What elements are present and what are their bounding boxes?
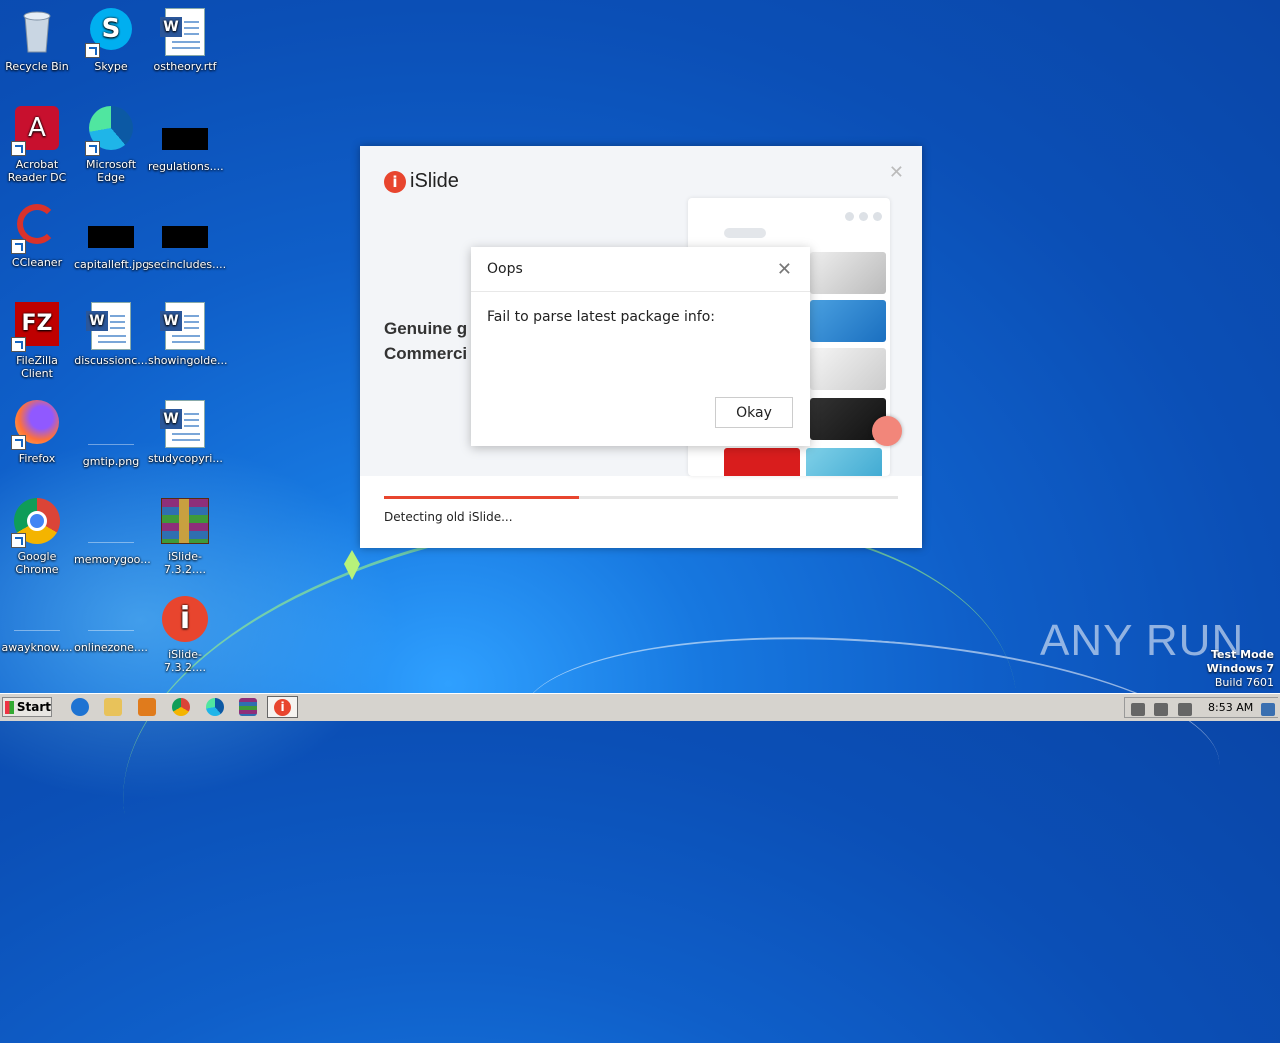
desktop-icon-secincludes[interactable]: secincludes.... (148, 214, 226, 271)
system-tray (1124, 697, 1278, 718)
preview-tile (810, 300, 886, 342)
desktop-icon-memorygoo[interactable]: memorygoo... (74, 508, 151, 566)
desktop-icon-showingolde[interactable]: W showingolde... (148, 302, 227, 367)
acrobat-reader-icon: A (11, 106, 61, 156)
install-progress-fill (384, 496, 580, 499)
ccleaner-icon (11, 204, 61, 254)
file-thumbnail-icon (14, 608, 60, 631)
desktop-icon-awayknow[interactable]: awayknow.... (0, 596, 74, 654)
file-thumbnail-icon (88, 520, 134, 543)
winrar-archive-icon (161, 498, 209, 546)
show-desktop-icon[interactable] (1261, 703, 1275, 716)
desktop-icon-acrobat[interactable]: A Acrobat Reader DC (0, 106, 74, 184)
islide-icon: i (161, 596, 209, 644)
desktop-icon-capitalleft[interactable]: capitalleft.jpg (74, 214, 149, 271)
islide-logo: i iSlide (384, 170, 459, 193)
islide-taskbar-button[interactable]: i (267, 696, 298, 718)
chrome-taskbar-icon[interactable] (172, 698, 190, 716)
decorative-leaf-icon (344, 550, 360, 580)
desktop-icon-regulations[interactable]: regulations.... (148, 116, 224, 173)
dialog-divider (471, 291, 810, 292)
desktop-icon-recycle-bin[interactable]: Recycle Bin (0, 8, 74, 73)
desktop-icon-ostheory[interactable]: W ostheory.rtf (148, 8, 222, 73)
desktop-icon-skype[interactable]: S Skype (74, 8, 148, 73)
image-thumbnail-icon (88, 226, 134, 248)
error-dialog: Oops ✕ Fail to parse latest package info… (471, 247, 810, 446)
shortcut-arrow-icon (85, 141, 100, 156)
preview-tile (724, 448, 800, 476)
dialog-message: Fail to parse latest package info: (487, 309, 715, 325)
word-document-icon: W (160, 302, 209, 350)
desktop-icon-firefox[interactable]: Firefox (0, 400, 74, 465)
filezilla-icon: FZ (11, 302, 61, 352)
window-close-icon[interactable]: ✕ (889, 162, 904, 183)
file-thumbnail-icon (162, 128, 208, 150)
word-document-icon: W (160, 400, 209, 448)
okay-button[interactable]: Okay (715, 397, 793, 428)
desktop-icon-studycopyri[interactable]: W studycopyri... (148, 400, 223, 465)
edge-taskbar-icon[interactable] (206, 698, 224, 716)
action-center-flag-icon[interactable] (1178, 703, 1192, 716)
shortcut-arrow-icon (11, 141, 26, 156)
image-thumbnail-icon (88, 422, 134, 445)
dialog-close-icon[interactable]: ✕ (777, 259, 792, 280)
desktop-icon-edge[interactable]: Microsoft Edge (74, 106, 148, 184)
word-document-icon: W (86, 302, 135, 350)
taskbar-clock[interactable]: 8:53 AM (1208, 701, 1253, 714)
desktop-icon-onlinezone[interactable]: onlinezone.... (74, 596, 148, 654)
shortcut-arrow-icon (11, 337, 26, 352)
shortcut-arrow-icon (11, 239, 26, 254)
preview-tile (810, 348, 886, 390)
network-icon[interactable] (1154, 703, 1168, 716)
windows-logo-icon (5, 700, 14, 714)
install-progress-bar (384, 496, 898, 499)
word-document-icon: W (160, 8, 209, 56)
shortcut-arrow-icon (11, 435, 26, 450)
test-mode-notice: Test Mode Windows 7 Build 7601 (1206, 648, 1274, 689)
shortcut-arrow-icon (11, 533, 26, 548)
taskbar: Start i 8:53 AM (0, 693, 1280, 721)
file-thumbnail-icon (88, 608, 134, 631)
preview-tile (806, 448, 882, 476)
internet-explorer-icon[interactable] (71, 698, 89, 716)
volume-icon[interactable] (1131, 703, 1145, 716)
shortcut-arrow-icon (85, 43, 100, 58)
winrar-taskbar-icon[interactable] (239, 698, 257, 716)
desktop-icon-filezilla[interactable]: FZ FileZilla Client (0, 302, 74, 380)
start-button[interactable]: Start (2, 697, 52, 717)
desktop-icon-chrome[interactable]: Google Chrome (0, 498, 74, 576)
islide-taskbar-icon: i (274, 699, 291, 716)
desktop-icon-discussionc[interactable]: W discussionc... (74, 302, 148, 367)
dialog-title: Oops (487, 261, 523, 277)
file-explorer-icon[interactable] (104, 698, 122, 716)
image-badge-icon (872, 416, 902, 446)
file-thumbnail-icon (162, 226, 208, 248)
islide-brand-text: iSlide (410, 170, 459, 192)
islide-headline: Genuine g Commerci (384, 319, 468, 363)
preview-tile (810, 252, 886, 294)
install-status-text: Detecting old iSlide... (384, 510, 513, 524)
desktop-icon-ccleaner[interactable]: CCleaner (0, 204, 74, 269)
media-player-icon[interactable] (138, 698, 156, 716)
firefox-icon (11, 400, 61, 450)
chrome-icon (11, 498, 61, 548)
desktop-icon-gmtip[interactable]: gmtip.png (74, 410, 148, 468)
edge-icon (85, 106, 135, 156)
skype-icon: S (85, 8, 135, 58)
desktop-icon-islide-installer[interactable]: i iSlide-7.3.2.... (148, 596, 222, 674)
recycle-bin-icon (13, 8, 61, 56)
desktop-icon-islide-archive[interactable]: iSlide-7.3.2.... (148, 498, 222, 576)
islide-logo-icon: i (384, 170, 406, 193)
